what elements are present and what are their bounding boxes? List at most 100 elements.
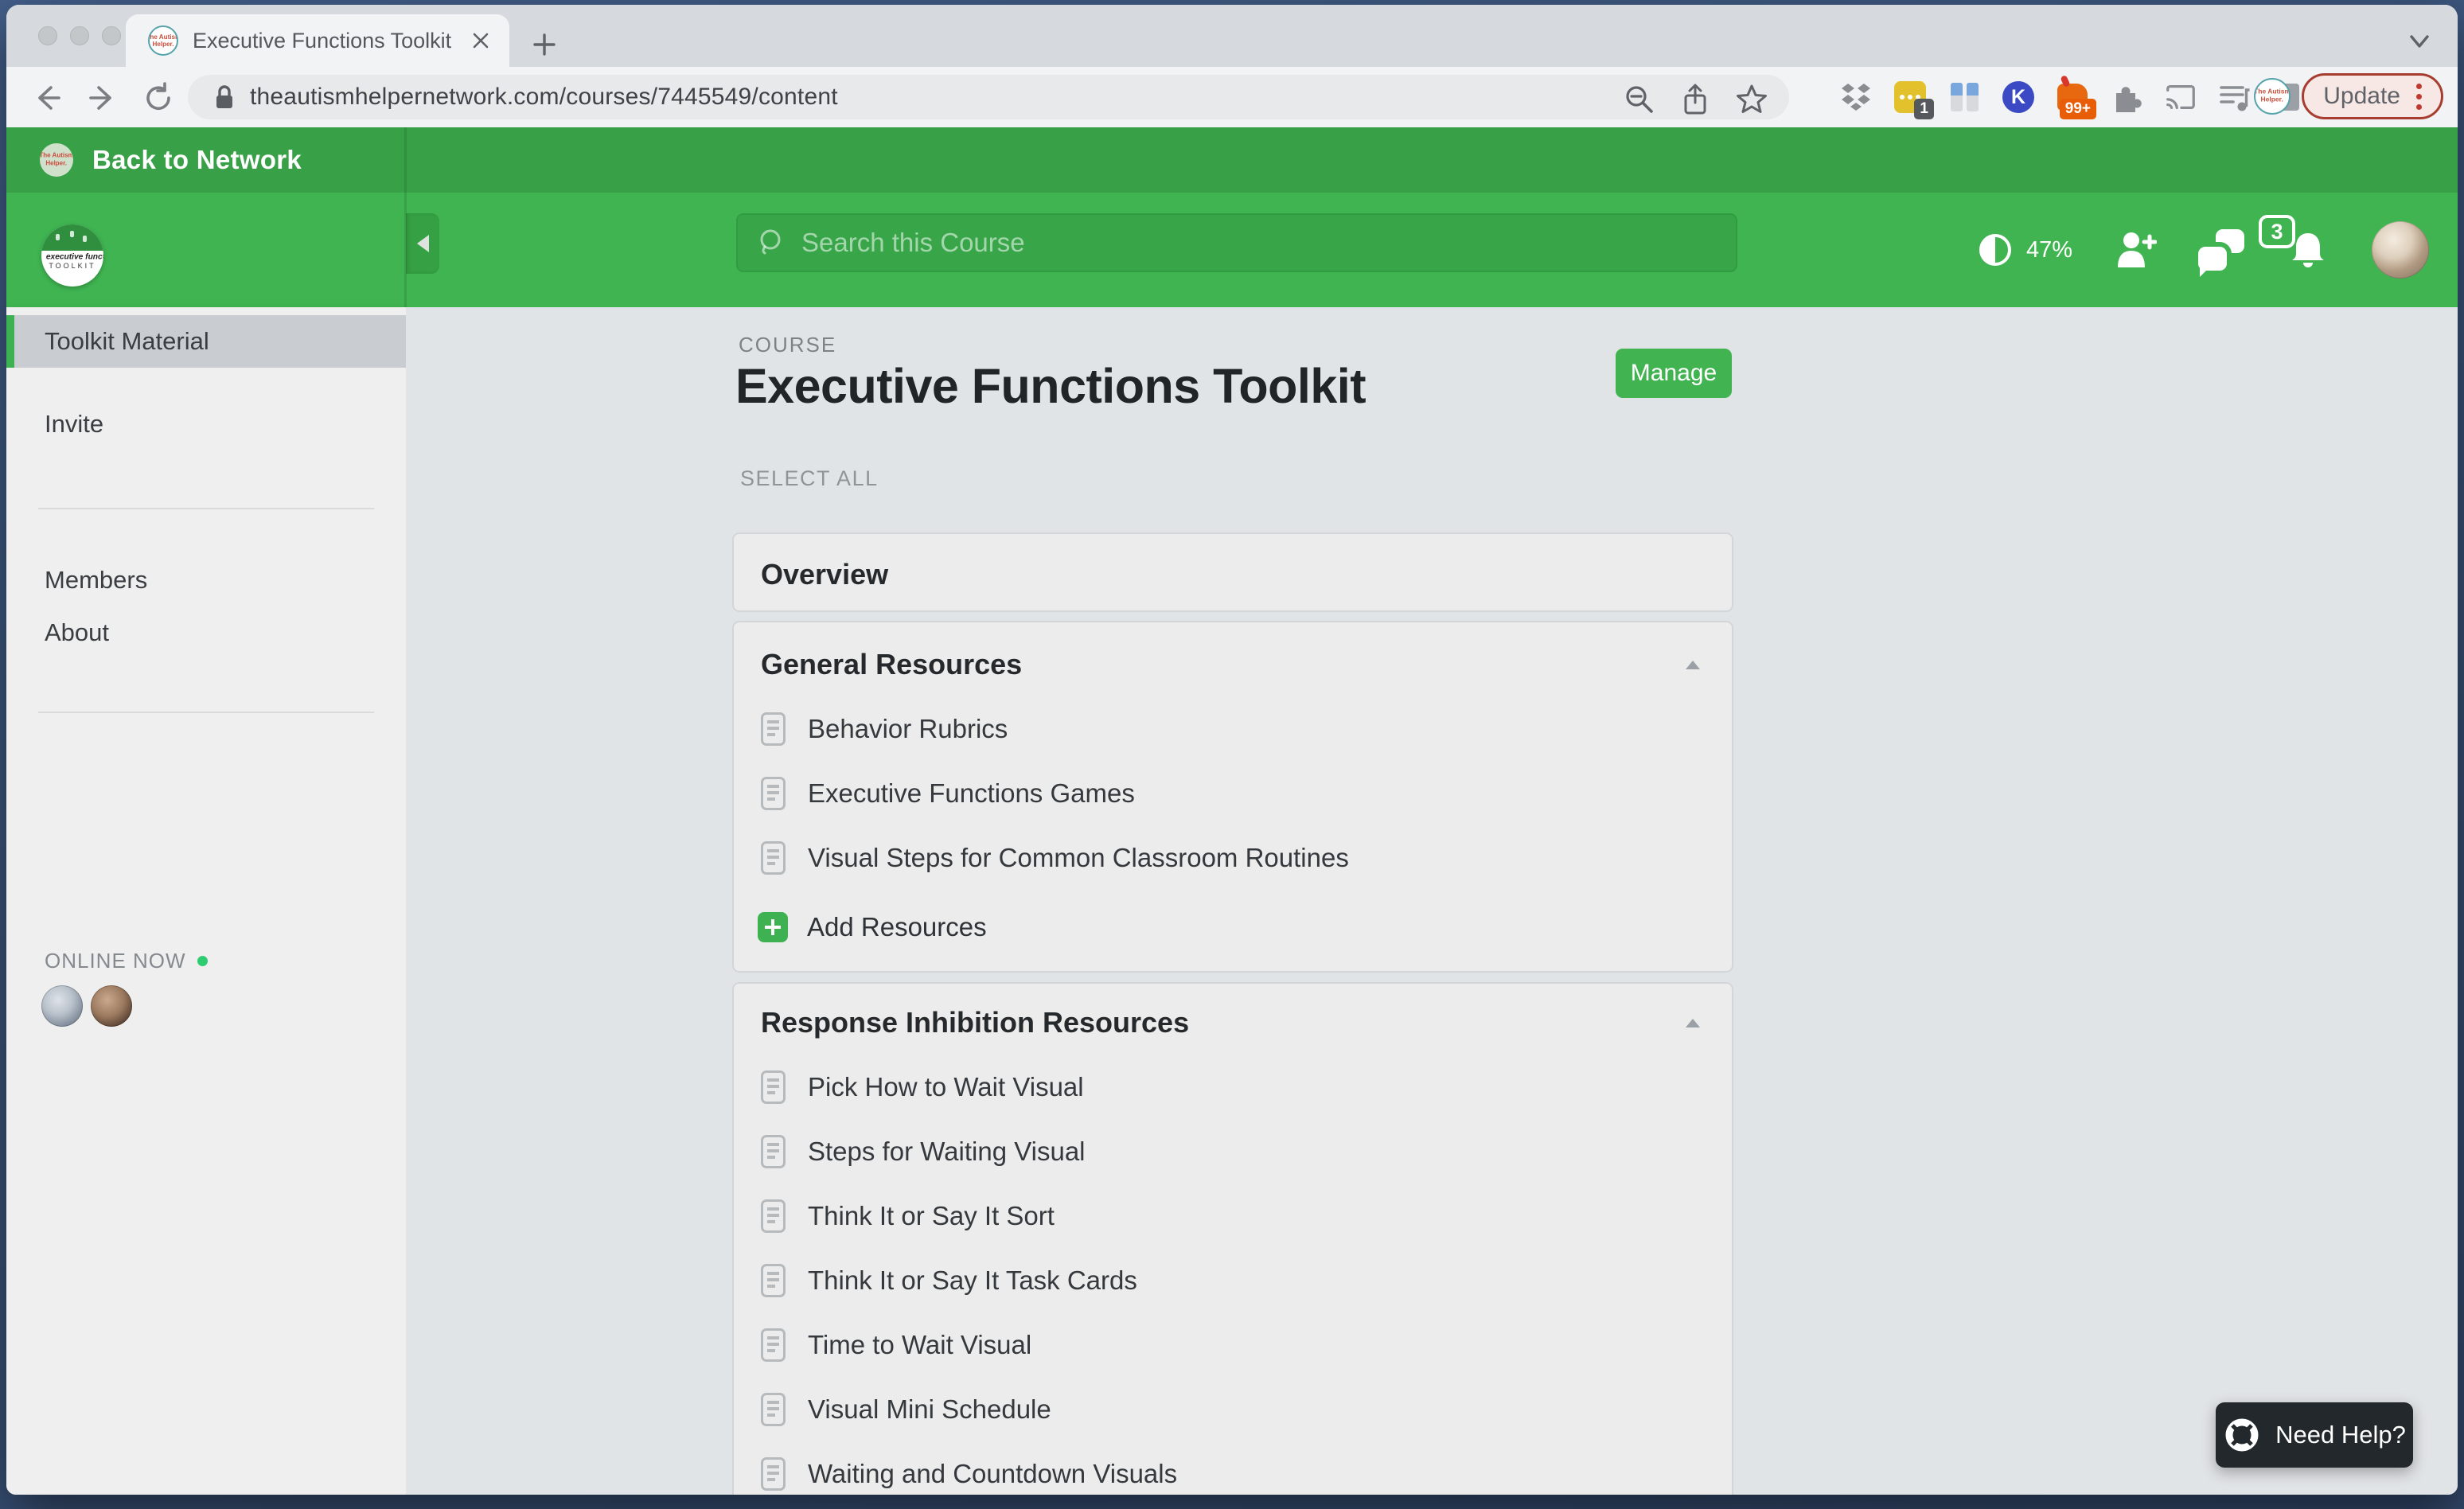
url-text: theautismhelpernetwork.com/courses/74455… [250, 84, 838, 111]
resource-label: Time to Wait Visual [808, 1330, 1031, 1360]
sidebar-item-members[interactable]: Members [6, 557, 406, 603]
resource-item[interactable]: Behavior Rubrics [761, 705, 1008, 753]
section-title: Response Inhibition Resources [761, 1006, 1189, 1039]
window-close-button[interactable] [38, 26, 57, 45]
course-kicker: COURSE [739, 333, 836, 357]
select-all-button[interactable]: SELECT ALL [740, 466, 879, 491]
address-bar[interactable]: theautismhelpernetwork.com/courses/74455… [188, 75, 1789, 119]
collapse-section-icon[interactable] [1686, 661, 1700, 669]
tab-close-icon[interactable] [465, 25, 497, 57]
desktop: { "browser": { "tab_title": "Executive F… [0, 0, 2464, 1509]
resource-label: Behavior Rubrics [808, 714, 1008, 744]
chrome-update-button[interactable]: Update [2302, 73, 2443, 119]
bookmark-star-icon[interactable] [1733, 81, 1770, 118]
collapse-arrow-icon [417, 235, 429, 252]
lock-icon [210, 81, 239, 113]
sidebar-item-invite[interactable]: Invite [6, 401, 406, 447]
split-tabs-extension-icon[interactable] [1947, 80, 1982, 115]
header-icons: 47% 3 [1977, 193, 2429, 307]
user-avatar[interactable] [2372, 221, 2429, 279]
tab-search-chevron-icon[interactable] [2404, 29, 2435, 54]
resource-label: Think It or Say It Task Cards [808, 1265, 1137, 1296]
network-logo[interactable]: The Autism Helper. [40, 143, 73, 177]
collapse-section-icon[interactable] [1686, 1019, 1700, 1027]
zoom-out-icon[interactable] [1622, 82, 1657, 117]
network-logo-text: The Autism [40, 153, 73, 159]
section-overview[interactable]: Overview [732, 532, 1733, 612]
browser-menu-icon[interactable] [2416, 84, 2422, 110]
resource-item[interactable]: Visual Steps for Common Classroom Routin… [761, 834, 1349, 882]
dropbox-extension-icon[interactable] [1838, 80, 1873, 115]
course-logo[interactable]: executive functions TOOLKIT [41, 224, 103, 287]
sidebar-item-label: Invite [45, 410, 103, 439]
orange-extension-icon[interactable]: 99+ [2055, 80, 2090, 115]
extensions-puzzle-icon[interactable] [2109, 80, 2144, 115]
course-search[interactable] [736, 213, 1737, 272]
lifebuoy-icon [2223, 1416, 2261, 1454]
reload-icon[interactable] [140, 80, 177, 116]
password-extension-icon[interactable]: 1 [1893, 80, 1928, 115]
cast-icon[interactable] [2163, 80, 2198, 115]
online-member-avatar[interactable] [91, 985, 132, 1027]
resource-item[interactable]: Waiting and Countdown Visuals [761, 1450, 1177, 1495]
browser-toolbar: theautismhelpernetwork.com/courses/74455… [6, 67, 2458, 127]
sidebar-item-label: Members [45, 566, 147, 595]
notifications-icon[interactable]: 3 [2286, 228, 2330, 272]
share-icon[interactable] [1678, 82, 1713, 117]
resource-item[interactable]: Visual Mini Schedule [761, 1386, 1051, 1433]
tab-strip: The Autism Helper. Executive Functions T… [6, 5, 2458, 67]
resource-item[interactable]: Think It or Say It Sort [761, 1192, 1055, 1240]
course-content: COURSE Executive Functions Toolkit Manag… [406, 307, 2458, 1495]
need-help-button[interactable]: Need Help? [2216, 1402, 2413, 1468]
manage-button[interactable]: Manage [1616, 349, 1732, 398]
sidebar-collapse-button[interactable] [406, 213, 439, 274]
section-response-inhibition: Response Inhibition Resources Pick How t… [732, 982, 1733, 1495]
forward-icon[interactable] [84, 80, 121, 116]
new-tab-button[interactable] [528, 29, 560, 60]
course-logo-script: executive functions [46, 252, 99, 261]
playlist-extension-icon[interactable] [2217, 80, 2252, 115]
section-title: Overview [761, 558, 888, 591]
online-member-avatar[interactable] [41, 985, 83, 1027]
resource-item[interactable]: Time to Wait Visual [761, 1321, 1031, 1369]
notification-badge: 3 [2259, 215, 2295, 248]
resource-item[interactable]: Pick How to Wait Visual [761, 1063, 1084, 1111]
extensions-row: 1 K 99+ [1838, 76, 2306, 118]
resource-item[interactable]: Executive Functions Games [761, 770, 1135, 817]
resource-item[interactable]: Think It or Say It Task Cards [761, 1257, 1137, 1304]
document-icon [761, 712, 786, 746]
resource-label: Executive Functions Games [808, 778, 1135, 809]
kami-glyph: K [2002, 81, 2034, 113]
profile-avatar-text2: Helper. [2261, 97, 2283, 104]
progress-percent: 47% [2026, 237, 2072, 263]
search-input[interactable] [801, 228, 1677, 258]
invite-member-icon[interactable] [2114, 229, 2157, 271]
sidebar-item-about[interactable]: About [6, 610, 406, 656]
document-icon [761, 1070, 786, 1104]
sidebar-item-label: About [45, 618, 109, 647]
back-to-network-link[interactable]: Back to Network [92, 145, 302, 175]
resource-label: Waiting and Countdown Visuals [808, 1459, 1177, 1489]
section-general-resources: General Resources Behavior Rubrics Execu… [732, 621, 1733, 973]
omnibox-actions [1622, 81, 1770, 118]
document-icon [761, 1135, 786, 1168]
browser-window: The Autism Helper. Executive Functions T… [6, 5, 2458, 1495]
course-logo-caps: TOOLKIT [41, 262, 103, 270]
browser-tab[interactable]: The Autism Helper. Executive Functions T… [126, 14, 509, 67]
window-minimize-button[interactable] [70, 26, 89, 45]
back-icon[interactable] [29, 80, 65, 116]
favicon-text2: Helper. [152, 41, 173, 47]
search-icon [755, 226, 789, 259]
kami-extension-icon[interactable]: K [2001, 80, 2036, 115]
resource-item[interactable]: Steps for Waiting Visual [761, 1128, 1086, 1176]
sidebar-item-toolkit-material[interactable]: Toolkit Material [6, 315, 406, 368]
online-now-text: ONLINE NOW [45, 949, 186, 973]
messages-icon[interactable] [2198, 229, 2244, 271]
add-resources-button[interactable]: Add Resources [758, 903, 987, 951]
course-progress[interactable]: 47% [1977, 232, 2072, 268]
resource-label: Visual Mini Schedule [808, 1394, 1051, 1425]
browser-profile-avatar[interactable]: The Autism Helper. [2254, 78, 2291, 115]
document-icon [761, 777, 786, 810]
window-zoom-button[interactable] [102, 26, 121, 45]
resource-label: Think It or Say It Sort [808, 1201, 1055, 1231]
